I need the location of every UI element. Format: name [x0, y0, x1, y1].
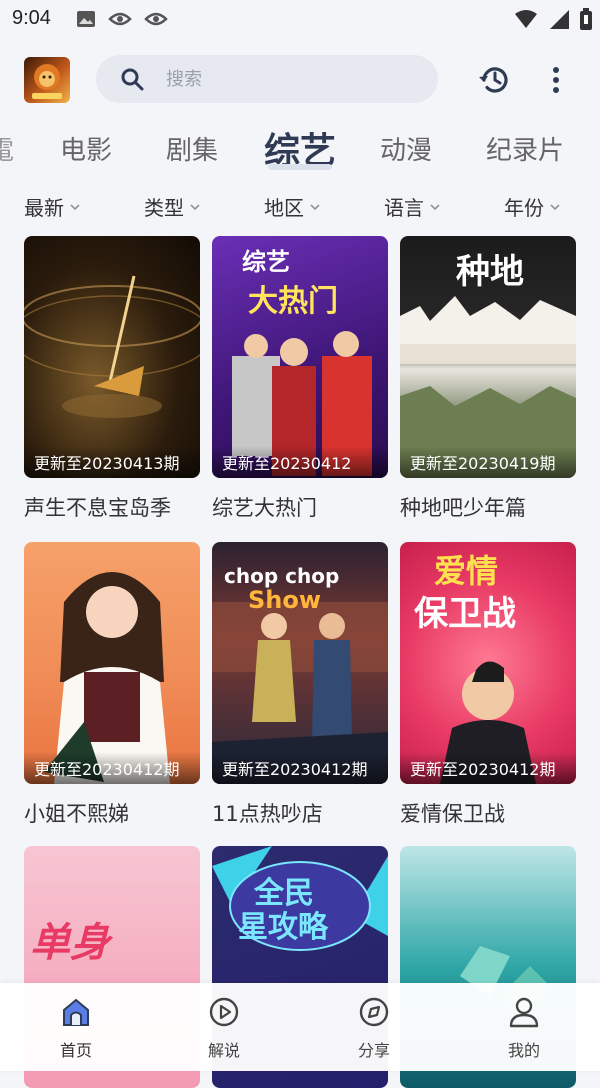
- show-title: 爱情保卫战: [400, 802, 505, 826]
- update-badge: 更新至20230412期: [24, 752, 200, 784]
- poster-logo-text: 单身: [30, 920, 110, 966]
- filter-year[interactable]: 年份: [504, 192, 560, 221]
- show-card[interactable]: 种地 更新至20230419期 种地吧少年篇: [400, 236, 576, 522]
- nav-label: 首页: [59, 1041, 92, 1060]
- show-card[interactable]: 爱情 保卫战 更新至20230412期 爱情保卫战: [400, 542, 576, 828]
- filter-label: 年份: [504, 196, 544, 220]
- poster-logo-text: 保卫战: [414, 594, 516, 634]
- eye-notification-icon-2: [144, 12, 168, 26]
- battery-icon: [580, 8, 592, 30]
- show-card[interactable]: 综艺 大热门 更新至20230412 综艺大热门: [212, 236, 388, 522]
- filter-language[interactable]: 语言: [384, 192, 440, 221]
- nav-profile[interactable]: 我的: [484, 995, 564, 1061]
- nav-label: 我的: [507, 1041, 540, 1060]
- history-button[interactable]: [476, 62, 512, 102]
- tab-documentary[interactable]: 纪录片: [486, 130, 564, 167]
- more-vertical-icon: [553, 67, 559, 93]
- chevron-down-icon: [430, 203, 440, 210]
- nav-label: 解说: [207, 1041, 240, 1060]
- lion-logo-icon: [32, 64, 62, 99]
- update-badge: 更新至20230412期: [212, 752, 388, 784]
- status-time: 9:04: [12, 7, 51, 29]
- show-poster[interactable]: chop chop Show 更新至20230412期: [212, 542, 388, 784]
- history-icon: [479, 67, 508, 93]
- poster-art: [232, 331, 372, 476]
- show-card[interactable]: 更新至20230413期 声生不息宝岛季: [24, 236, 200, 522]
- search-bar[interactable]: [96, 55, 438, 103]
- chevron-down-icon: [310, 203, 320, 210]
- tab-movies[interactable]: 电影: [60, 130, 112, 167]
- show-title: 11点热吵店: [212, 802, 323, 826]
- bottom-navigation: 首页 解说 分享 我的: [0, 983, 600, 1071]
- show-card[interactable]: chop chop Show 更新至20230412期 11点热吵店: [212, 542, 388, 828]
- tab-anime[interactable]: 动漫: [380, 130, 432, 167]
- show-poster[interactable]: 爱情 保卫战 更新至20230412期: [400, 542, 576, 784]
- filter-label: 最新: [24, 196, 64, 220]
- nav-label: 分享: [357, 1041, 390, 1060]
- filter-label: 地区: [264, 196, 304, 220]
- show-poster[interactable]: 更新至20230412期: [24, 542, 200, 784]
- tab-series[interactable]: 剧集: [166, 130, 218, 167]
- status-notifications: [76, 9, 168, 29]
- filter-type[interactable]: 类型: [144, 192, 200, 221]
- search-input[interactable]: [164, 67, 398, 91]
- filter-label: 类型: [144, 196, 184, 220]
- show-title: 小姐不熙娣: [24, 802, 129, 826]
- status-system-icons: [514, 8, 592, 30]
- home-icon: [63, 998, 89, 1026]
- more-button[interactable]: [550, 62, 562, 102]
- top-bar: [0, 48, 600, 112]
- update-badge: 更新至20230412期: [400, 752, 576, 784]
- active-tab-indicator: [268, 164, 332, 170]
- app-logo[interactable]: [24, 57, 70, 103]
- poster-logo-text: 种地: [456, 252, 524, 292]
- poster-logo-text: 综艺: [242, 248, 290, 276]
- chevron-down-icon: [70, 203, 80, 210]
- chevron-down-icon: [190, 203, 200, 210]
- wifi-icon: [515, 10, 537, 28]
- update-badge: 更新至20230412: [212, 446, 388, 478]
- chevron-down-icon: [550, 203, 560, 210]
- show-poster[interactable]: 种地 更新至20230419期: [400, 236, 576, 478]
- filter-label: 语言: [384, 196, 424, 220]
- nav-home[interactable]: 首页: [36, 995, 116, 1061]
- poster-logo-text: Show: [248, 586, 322, 614]
- nav-commentary[interactable]: 解说: [184, 995, 264, 1061]
- play-circle-icon: [209, 997, 239, 1027]
- poster-logo-text: 大热门: [248, 284, 338, 319]
- person-icon: [509, 997, 539, 1028]
- update-badge: 更新至20230419期: [400, 446, 576, 478]
- filter-bar: 最新 类型 地区 语言 年份: [0, 190, 600, 228]
- poster-art: [44, 572, 170, 784]
- show-card[interactable]: 更新至20230412期 小姐不熙娣: [24, 542, 200, 828]
- show-poster[interactable]: 综艺 大热门 更新至20230412: [212, 236, 388, 478]
- eye-notification-icon: [108, 12, 132, 26]
- compass-icon: [359, 997, 389, 1027]
- update-badge: 更新至20230413期: [24, 446, 200, 478]
- show-poster[interactable]: 更新至20230413期: [24, 236, 200, 478]
- poster-logo-text: chop chop: [224, 564, 340, 588]
- nav-share[interactable]: 分享: [334, 995, 414, 1061]
- filter-region[interactable]: 地区: [264, 192, 320, 221]
- show-title: 综艺大热门: [212, 496, 317, 520]
- image-notification-icon: [77, 11, 95, 27]
- signal-icon: [550, 10, 569, 29]
- status-bar: 9:04: [0, 0, 600, 40]
- search-icon: [121, 68, 144, 91]
- tab-partial[interactable]: 電: [0, 130, 14, 167]
- filter-latest[interactable]: 最新: [24, 192, 80, 221]
- show-title: 声生不息宝岛季: [24, 496, 171, 520]
- poster-art: [24, 275, 200, 418]
- show-title: 种地吧少年篇: [400, 496, 526, 520]
- poster-logo-text: 星攻略: [238, 910, 328, 945]
